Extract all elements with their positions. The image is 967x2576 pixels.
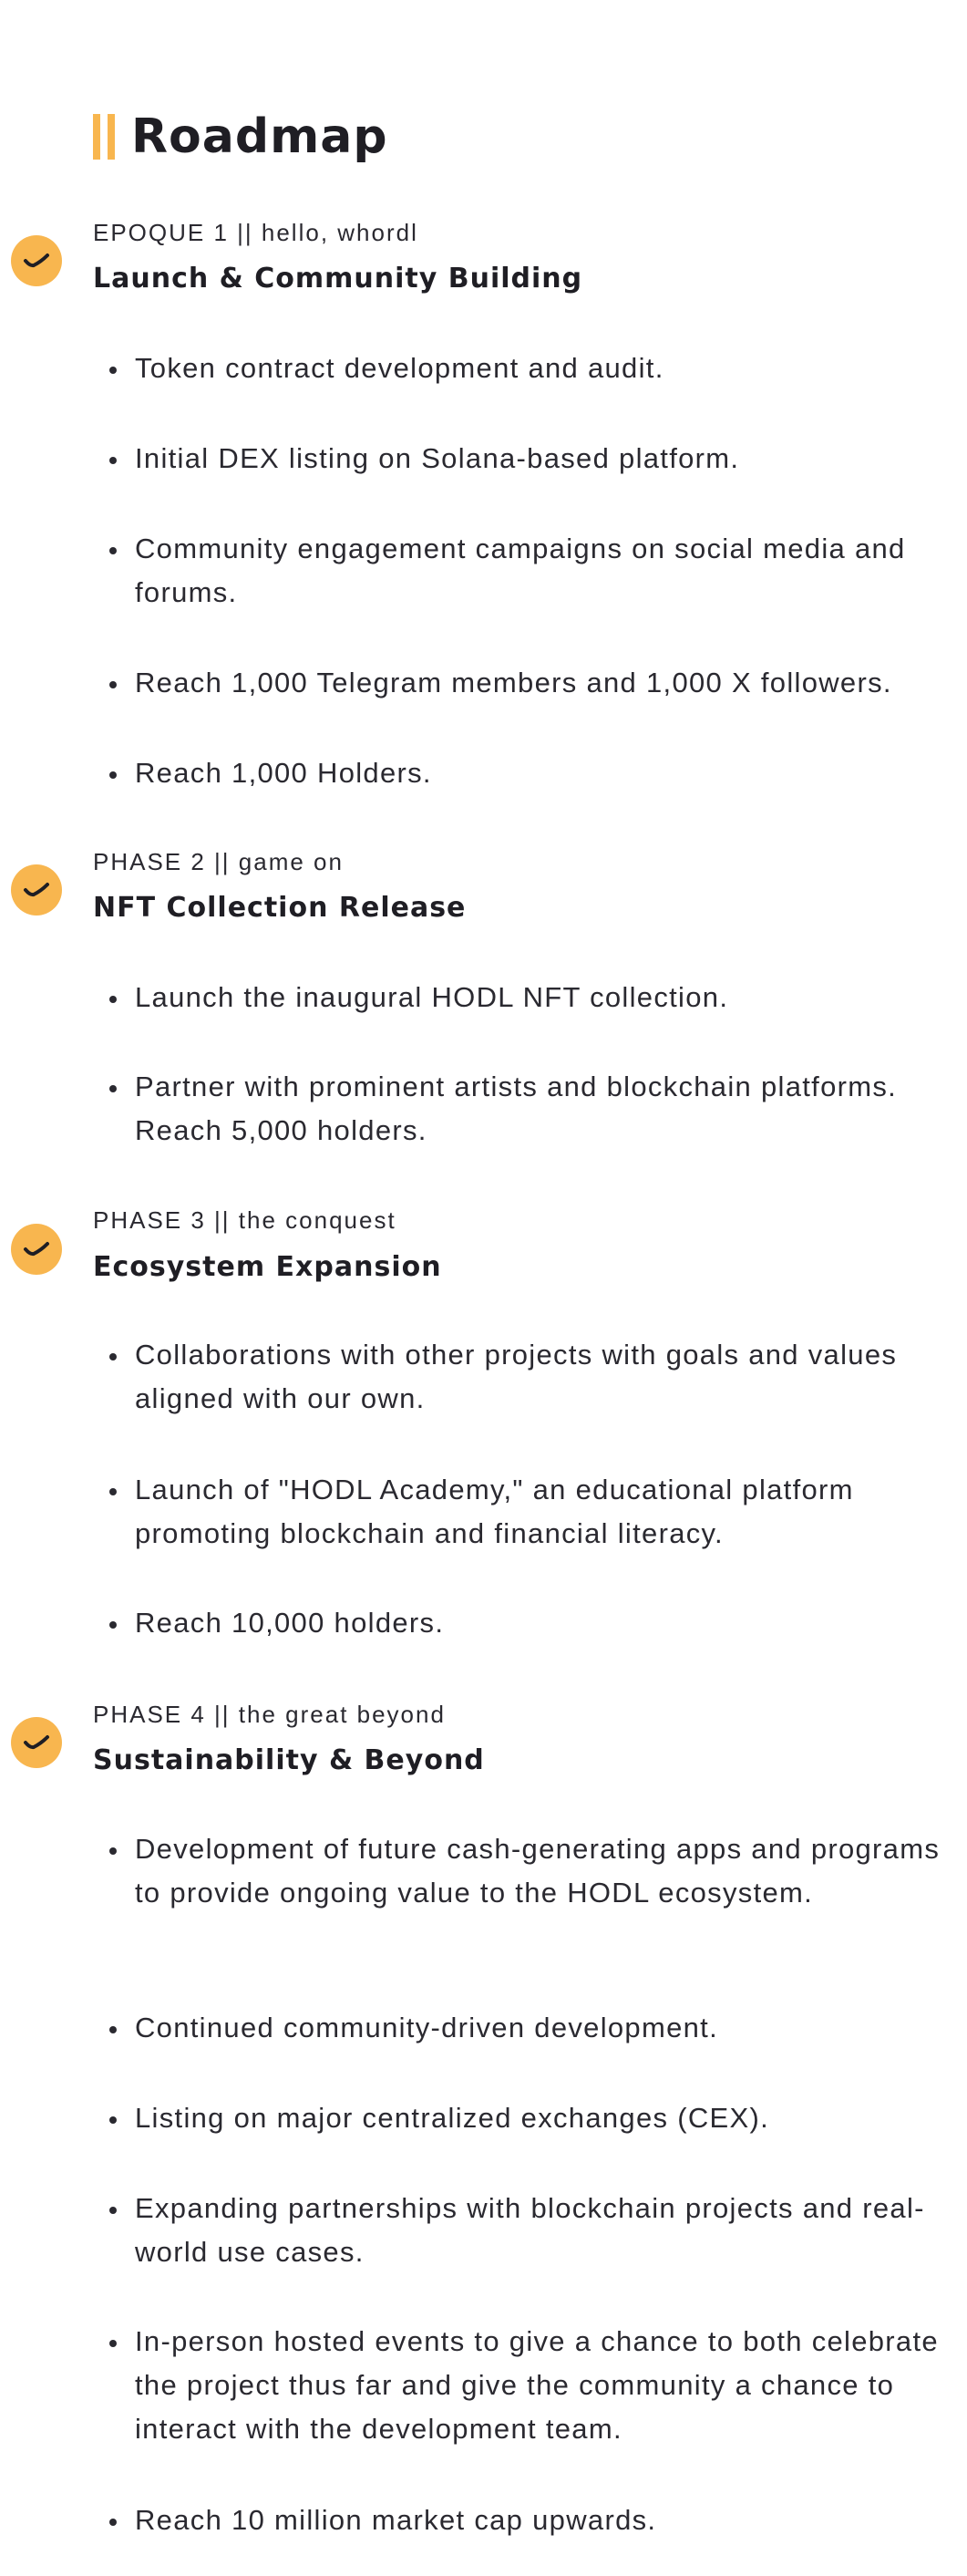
check-icon [11, 1224, 62, 1275]
phase-title: Ecosystem Expansion [93, 1251, 442, 1283]
check-icon [11, 1717, 62, 1768]
title-accent-bars-icon [93, 114, 115, 160]
phase-label: PHASE 2 || game on [93, 848, 344, 875]
page-title: Roadmap [131, 109, 388, 164]
phase-title: NFT Collection Release [93, 892, 467, 924]
check-icon [11, 864, 62, 916]
phase-title: Launch & Community Building [93, 263, 583, 295]
check-icon [11, 235, 62, 286]
phase-label: PHASE 3 || the conquest [93, 1206, 396, 1234]
phase-title: Sustainability & Beyond [93, 1744, 485, 1776]
phase-label: EPOQUE 1 || hello, whordl [93, 219, 418, 246]
phase-label: PHASE 4 || the great beyond [93, 1701, 446, 1728]
roadmap-header: Roadmap [93, 108, 388, 166]
roadmap-page: Roadmap EPOQUE 1 || hello, whordl Launch… [0, 0, 967, 2576]
